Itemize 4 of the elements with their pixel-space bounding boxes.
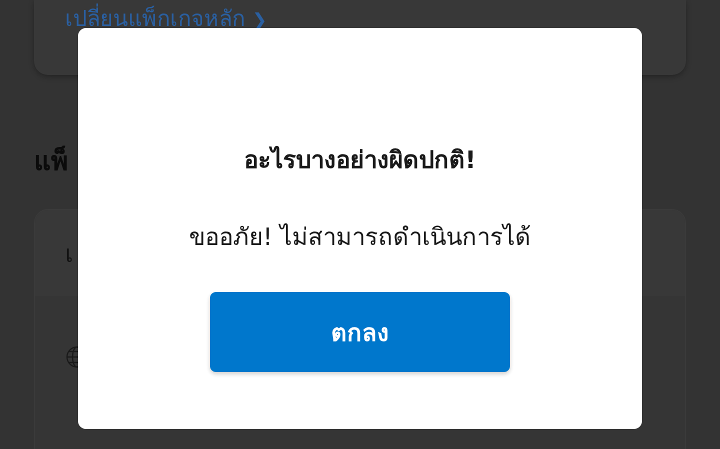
dialog-message: ขออภัย! ไม่สามารถดำเนินการได้ xyxy=(188,222,532,253)
ok-button[interactable]: ตกลง xyxy=(210,292,510,372)
globe-icon xyxy=(66,346,78,368)
dialog-title: อะไรบางอย่างผิดปกติ! xyxy=(244,144,476,176)
